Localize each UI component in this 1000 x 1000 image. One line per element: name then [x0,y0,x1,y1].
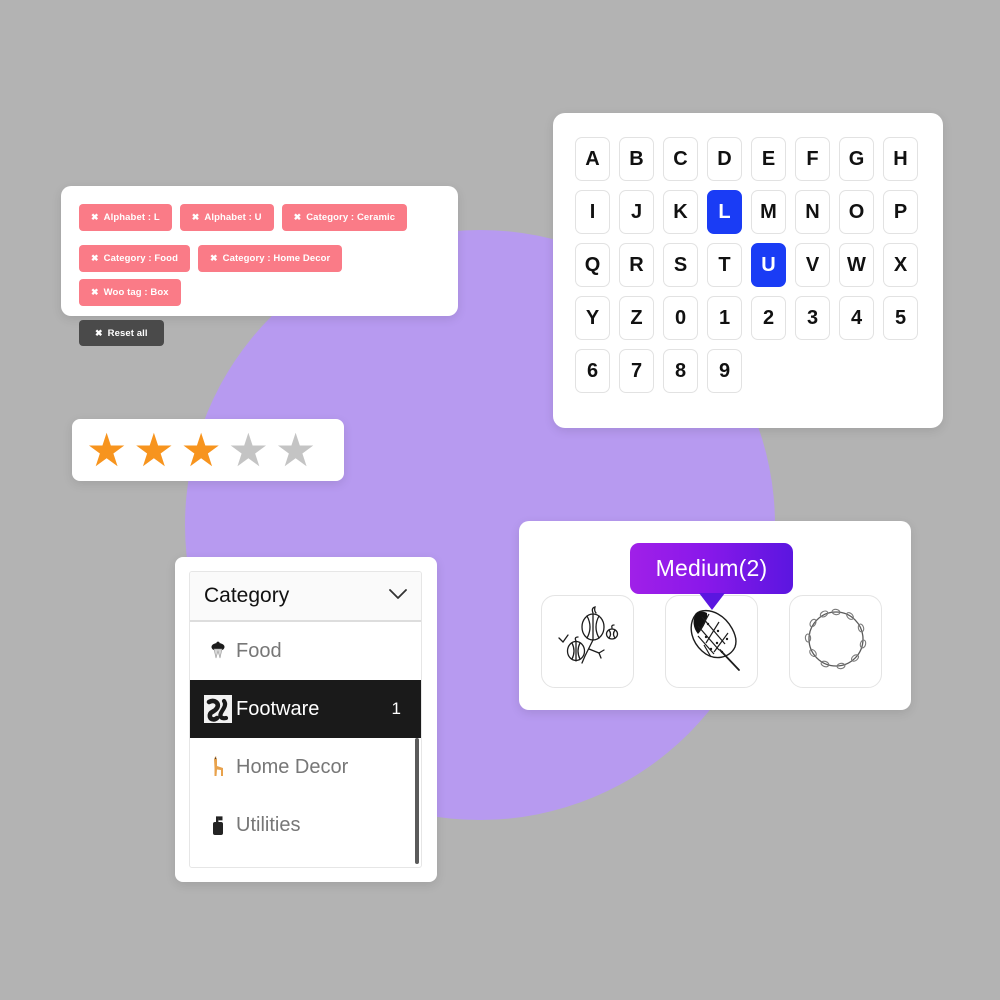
filter-chip-category-ceramic[interactable]: ✖ Category : Ceramic [281,204,408,231]
utilities-icon [202,809,234,841]
rating-star-4[interactable]: ★ [228,427,269,473]
alphabet-key-t[interactable]: T [707,243,742,287]
alphabet-key-5[interactable]: 5 [883,296,918,340]
alphabet-key-6[interactable]: 6 [575,349,610,393]
category-option-label: Footware [236,697,320,720]
alphabet-key-c[interactable]: C [663,137,698,181]
product-tile-wreath[interactable] [789,595,882,688]
star-rating-panel: ★ ★ ★ ★ ★ [72,419,344,481]
chevron-down-icon [389,587,407,605]
alphabet-key-q[interactable]: Q [575,243,610,287]
alphabet-key-r[interactable]: R [619,243,654,287]
filter-chip-category-food[interactable]: ✖ Category : Food [79,245,190,272]
footware-icon [202,693,234,725]
close-icon: ✖ [91,287,99,297]
reset-all-button[interactable]: ✖ Reset all [79,320,164,346]
alphabet-key-j[interactable]: J [619,190,654,234]
alphabet-key-p[interactable]: P [883,190,918,234]
alphabet-key-l[interactable]: L [707,190,742,234]
home-decor-icon [202,751,234,783]
alphabet-key-0[interactable]: 0 [663,296,698,340]
alphabet-key-grid: ABCDEFGH IJKLMNOP QRSTUVWX YZ012345 6789 [575,137,925,393]
alphabet-key-9[interactable]: 9 [707,349,742,393]
alphabet-key-y[interactable]: Y [575,296,610,340]
alphabet-key-s[interactable]: S [663,243,698,287]
alphabet-key-h[interactable]: H [883,137,918,181]
filter-chip-label: Category : Home Decor [222,253,331,264]
alphabet-key-f[interactable]: F [795,137,830,181]
category-option-utilities[interactable]: Utilities [190,796,421,854]
feather-sketch-icon [673,600,751,683]
category-list-scrollbar[interactable] [415,622,420,865]
category-option-footware[interactable]: Footware 1 [190,680,421,738]
filter-chip-label: Woo tag : Box [103,287,169,298]
alphabet-key-i[interactable]: I [575,190,610,234]
size-tooltip: Medium(2) [630,543,793,610]
product-tile-gourds[interactable] [541,595,634,688]
filter-chip-label: Category : Ceramic [306,212,396,223]
alphabet-key-2[interactable]: 2 [751,296,786,340]
size-tooltip-label: Medium(2) [655,555,768,581]
alphabet-key-e[interactable]: E [751,137,786,181]
filter-chip-alphabet-u[interactable]: ✖ Alphabet : U [179,204,274,231]
alphabet-key-g[interactable]: G [839,137,874,181]
alphabet-key-w[interactable]: W [839,243,874,287]
category-dropdown: Category Food Footware 1 Home Decor Util… [189,571,422,868]
filter-chip-category-home-decor[interactable]: ✖ Category : Home Decor [198,245,343,272]
alphabet-key-a[interactable]: A [575,137,610,181]
category-option-label: Food [236,639,282,662]
star-rating-widget[interactable]: ★ ★ ★ ★ ★ [86,419,316,481]
alphabet-key-k[interactable]: K [663,190,698,234]
alphabet-key-1[interactable]: 1 [707,296,742,340]
alphabet-key-n[interactable]: N [795,190,830,234]
alphabet-key-8[interactable]: 8 [663,349,698,393]
alphabet-key-z[interactable]: Z [619,296,654,340]
reset-all-label: Reset all [107,327,148,339]
alphabet-key-x[interactable]: X [883,243,918,287]
product-size-panel: Medium(2) [519,521,911,710]
alphabet-key-d[interactable]: D [707,137,742,181]
active-filters-list: ✖ Alphabet : L ✖ Alphabet : U ✖ Category… [79,204,444,346]
category-dropdown-header[interactable]: Category [190,572,421,622]
food-icon [202,635,234,667]
alphabet-key-u[interactable]: U [751,243,786,287]
active-filters-panel: ✖ Alphabet : L ✖ Alphabet : U ✖ Category… [61,186,458,346]
alphabet-filter-panel: ABCDEFGH IJKLMNOP QRSTUVWX YZ012345 6789 [553,113,943,428]
close-icon: ✖ [91,212,99,222]
rating-star-5[interactable]: ★ [275,427,316,473]
category-option-list: Food Footware 1 Home Decor Utilities [190,622,421,865]
filter-chip-label: Category : Food [103,253,178,264]
category-option-label: Home Decor [236,755,349,778]
rating-star-3[interactable]: ★ [181,427,222,473]
category-option-home-decor[interactable]: Home Decor [190,738,421,796]
alphabet-key-b[interactable]: B [619,137,654,181]
category-option-label: Utilities [236,813,301,836]
filter-chip-label: Alphabet : U [204,212,262,223]
close-icon: ✖ [293,212,302,222]
tooltip-arrow [698,593,725,610]
filter-chip-woo-tag-box[interactable]: ✖ Woo tag : Box [79,279,181,306]
close-icon: ✖ [95,327,103,338]
alphabet-key-m[interactable]: M [751,190,786,234]
filter-chip-label: Alphabet : L [103,212,160,223]
close-icon: ✖ [210,253,218,263]
category-dropdown-title: Category [204,584,290,607]
filter-chip-alphabet-l[interactable]: ✖ Alphabet : L [79,204,172,231]
close-icon: ✖ [191,212,200,222]
rating-star-1[interactable]: ★ [86,427,127,473]
alphabet-key-o[interactable]: O [839,190,874,234]
rating-star-2[interactable]: ★ [133,427,174,473]
category-option-food[interactable]: Food [190,622,421,680]
alphabet-key-3[interactable]: 3 [795,296,830,340]
category-option-count: 1 [391,699,401,718]
category-filter-panel: Category Food Footware 1 Home Decor Util… [175,557,437,882]
alphabet-key-7[interactable]: 7 [619,349,654,393]
wreath-sketch-icon [797,600,875,683]
alphabet-key-v[interactable]: V [795,243,830,287]
gourds-sketch-icon [549,600,627,683]
close-icon: ✖ [91,253,99,263]
alphabet-key-4[interactable]: 4 [839,296,874,340]
category-list-scrollbar-thumb[interactable] [415,738,419,864]
